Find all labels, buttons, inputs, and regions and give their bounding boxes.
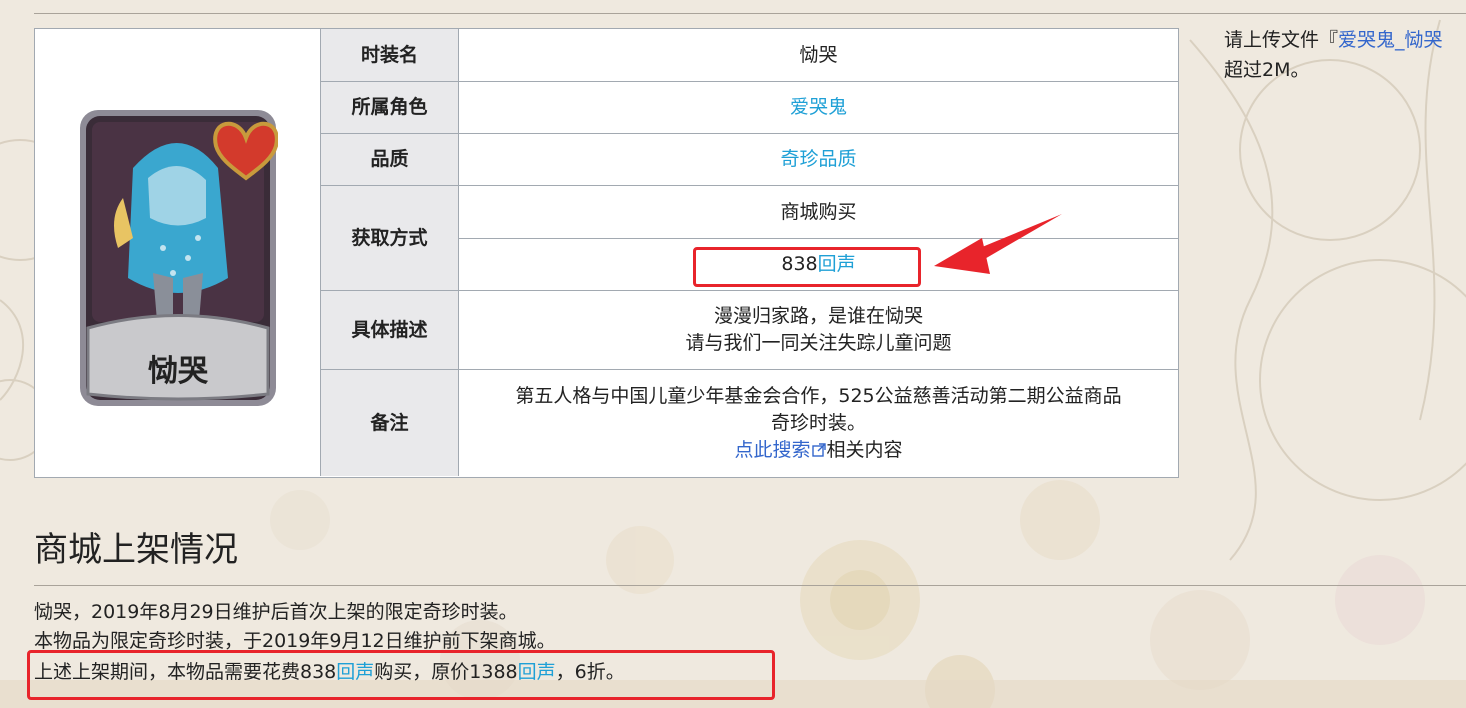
quality-link[interactable]: 奇珍品质 bbox=[780, 146, 856, 173]
annotation-arrow bbox=[934, 214, 1062, 274]
description-line-2: 请与我们一同关注失踪儿童问题 bbox=[685, 332, 952, 354]
card-caption: 恸哭 bbox=[148, 354, 209, 389]
value-character-cell: 爱哭鬼 bbox=[459, 82, 1178, 134]
description-line-1: 漫漫归家路，是谁在恸哭 bbox=[713, 305, 923, 327]
label-notes: 备注 bbox=[321, 370, 459, 476]
label-description: 具体描述 bbox=[321, 291, 459, 370]
top-divider bbox=[34, 13, 1466, 14]
listing-line-1: 恸哭，2019年8月29日维护后首次上架的限定奇珍时装。 bbox=[34, 601, 518, 623]
label-quality: 品质 bbox=[321, 134, 459, 186]
value-quality-cell: 奇珍品质 bbox=[459, 134, 1178, 186]
value-costume-name: 恸哭 bbox=[459, 29, 1178, 82]
notes-line-2: 奇珍时装。 bbox=[770, 411, 866, 434]
annotation-box-price bbox=[693, 247, 921, 287]
value-notes: 第五人格与中国儿童少年基金会合作，525公益慈善活动第二期公益商品 奇珍时装。 … bbox=[459, 370, 1178, 476]
value-acquisition-method: 商城购买 bbox=[459, 186, 1178, 239]
label-acquisition: 获取方式 bbox=[321, 186, 459, 291]
annotation-box-listing bbox=[27, 650, 775, 700]
heading-divider bbox=[34, 585, 1466, 586]
value-description: 漫漫归家路，是谁在恸哭 请与我们一同关注失踪儿童问题 bbox=[459, 291, 1178, 370]
upload-file-link[interactable]: 爱哭鬼_恸哭 bbox=[1338, 29, 1443, 51]
search-related-link[interactable]: 点此搜索 bbox=[734, 439, 810, 461]
label-character: 所属角色 bbox=[321, 82, 459, 134]
costume-card-image[interactable]: 恸哭 bbox=[78, 98, 278, 408]
upload-notice-prefix: 请上传文件『 bbox=[1224, 29, 1339, 51]
upload-notice-line2: 超过2M。 bbox=[1224, 59, 1310, 81]
costume-image-cell: 恸哭 bbox=[35, 29, 321, 476]
label-costume-name: 时装名 bbox=[321, 29, 459, 82]
notes-line-1: 第五人格与中国儿童少年基金会合作，525公益慈善活动第二期公益商品 bbox=[515, 384, 1122, 407]
character-link[interactable]: 爱哭鬼 bbox=[790, 94, 847, 121]
external-link-icon bbox=[811, 442, 826, 457]
notes-link-suffix: 相关内容 bbox=[826, 438, 903, 461]
upload-notice: 请上传文件『爱哭鬼_恸哭 超过2M。 bbox=[1224, 25, 1466, 85]
section-heading-store-listing: 商城上架情况 bbox=[34, 530, 238, 570]
